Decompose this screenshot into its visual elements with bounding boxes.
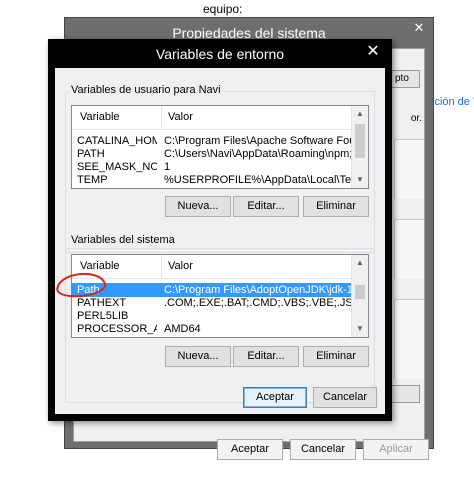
side-groupbox [394,299,424,379]
side-text: or. [410,113,422,124]
scroll-up-arrow-icon[interactable]: ▲ [352,106,368,122]
close-icon[interactable]: ✕ [405,18,433,38]
variable-name: PATH [77,148,105,160]
variable-name: PATHEXT [77,297,127,309]
system-variables-list[interactable]: Variable Valor Path C:\Program Files\Ado… [71,254,369,338]
system-delete-button[interactable]: Eliminar [303,346,369,367]
side-tab[interactable]: pto [390,70,420,88]
system-edit-button[interactable]: Editar... [233,346,299,367]
list-item[interactable]: PATH C:\Users\Navi\AppData\Roaming\npm;.… [72,147,353,161]
variable-value: AMD64 [164,323,201,335]
list-item[interactable]: SEE_MASK_NOZ... 1 [72,160,353,174]
variable-name: SEE_MASK_NOZ... [77,161,157,173]
side-groupbox [394,139,424,199]
accept-button[interactable]: Aceptar [217,439,283,460]
column-header-value[interactable]: Valor [168,260,193,272]
system-new-button[interactable]: Nueva... [165,346,231,367]
variable-value: .COM;.EXE;.BAT;.CMD;.VBS;.VBE;.JS;... [164,297,352,309]
variable-value: C:\Program Files\AdoptOpenJDK\jdk-11.... [164,284,352,296]
column-separator[interactable] [161,106,162,130]
user-delete-button[interactable]: Eliminar [303,196,369,217]
vertical-scrollbar[interactable]: ▲ ▼ [351,255,368,337]
scroll-thumb[interactable] [355,124,365,158]
scroll-down-arrow-icon[interactable]: ▼ [352,321,368,337]
apply-button[interactable]: Aplicar [363,439,429,460]
list-item[interactable]: CATALINA_HOME C:\Program Files\Apache So… [72,134,353,148]
dialog-accept-button[interactable]: Aceptar [243,387,307,408]
side-button[interactable] [390,385,420,403]
dialog-body: Variables de usuario para Navi Variable … [55,68,385,414]
background-caption: equipo: [203,2,243,16]
list-item[interactable]: PERL5LIB [72,309,353,323]
variable-value: C:\Users\Navi\AppData\Roaming\npm;... [164,148,352,160]
side-groupbox [394,219,424,279]
scroll-up-arrow-icon[interactable]: ▲ [352,255,368,271]
dialog-cancel-button[interactable]: Cancelar [313,387,377,408]
variable-value: 1 [164,161,171,173]
user-edit-button[interactable]: Editar... [233,196,299,217]
user-variables-list[interactable]: Variable Valor CATALINA_HOME C:\Program … [71,105,369,189]
column-header-variable[interactable]: Variable [80,260,120,272]
user-variables-label: Variables de usuario para Navi [69,84,223,96]
list-item-selected[interactable]: Path C:\Program Files\AdoptOpenJDK\jdk-1… [72,283,353,297]
variable-value: %USERPROFILE%\AppData\Local\Temp [164,174,352,186]
variable-value: C:\Program Files\Apache Software Fou... [164,135,352,147]
variable-name: CATALINA_HOME [77,135,157,147]
environment-variables-dialog: Variables de entorno ✕ Variables de usua… [48,39,392,421]
list-item[interactable]: TEMP %USERPROFILE%\AppData\Local\Temp [72,173,353,187]
vertical-scrollbar[interactable]: ▲ ▼ [351,106,368,188]
variable-name: PROCESSOR_A... [77,323,157,335]
scroll-down-arrow-icon[interactable]: ▼ [352,172,368,188]
variable-name: TEMP [77,174,108,186]
column-separator[interactable] [161,255,162,279]
column-header-variable[interactable]: Variable [80,111,120,123]
cancel-button[interactable]: Cancelar [290,439,356,460]
list-item[interactable]: PATHEXT .COM;.EXE;.BAT;.CMD;.VBS;.VBE;.J… [72,296,353,310]
side-link-text[interactable]: ición de V [432,96,474,108]
user-new-button[interactable]: Nueva... [165,196,231,217]
close-icon[interactable]: ✕ [361,43,385,61]
dialog-title: Variables de entorno [155,46,285,62]
list-header: Variable Valor [72,106,368,130]
column-header-value[interactable]: Valor [168,111,193,123]
list-header: Variable Valor [72,255,368,279]
system-variables-label: Variables del sistema [69,234,177,246]
scroll-thumb[interactable] [355,285,365,299]
variable-name: PERL5LIB [77,310,129,322]
list-item[interactable]: PROCESSOR_A... AMD64 [72,322,353,336]
